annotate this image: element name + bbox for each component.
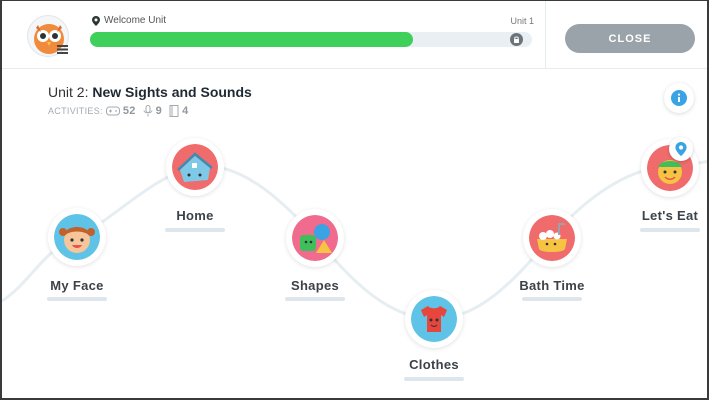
info-icon [671, 90, 687, 106]
lesson-label-bath-time[interactable]: Bath Time [497, 278, 607, 293]
shapes-icon [292, 215, 338, 261]
books-count: 4 [182, 105, 189, 117]
unit-title: Unit 2: New Sights and Sounds [48, 84, 252, 100]
top-bar: Welcome Unit Unit 1 CLOSE [2, 1, 707, 69]
lesson-progress-clothes [404, 377, 464, 381]
activities-summary: ACTIVITIES: 52 9 4 [48, 105, 193, 117]
lesson-node-shapes[interactable] [286, 209, 344, 267]
shirt-icon [411, 296, 457, 342]
lesson-label-my-face[interactable]: My Face [22, 278, 132, 293]
menu-icon[interactable] [57, 45, 68, 54]
girl-face-icon [54, 214, 100, 260]
lesson-node-bath-time[interactable] [523, 209, 581, 267]
current-unit-name: Welcome Unit [104, 15, 167, 26]
progress-fill [90, 32, 413, 47]
info-button[interactable] [664, 83, 694, 113]
audio-count: 9 [155, 105, 163, 117]
house-icon [172, 144, 218, 190]
lesson-progress-my-face [47, 297, 107, 301]
lesson-node-home[interactable] [166, 138, 224, 196]
lesson-label-shapes[interactable]: Shapes [260, 278, 370, 293]
app-frame: Welcome Unit Unit 1 CLOSE Unit 2: New Si… [0, 0, 709, 400]
header-divider [545, 1, 546, 69]
location-pin-icon [675, 142, 687, 156]
bathtub-icon [529, 215, 575, 261]
microphone-icon [143, 105, 153, 117]
unit-name: New Sights and Sounds [92, 84, 252, 100]
book-icon [169, 105, 179, 117]
games-count: 52 [122, 105, 136, 117]
gamepad-icon [105, 106, 120, 116]
current-unit-label: Welcome Unit [92, 15, 166, 26]
lesson-label-lets-eat[interactable]: Let's Eat [615, 208, 707, 223]
lesson-node-my-face[interactable] [48, 208, 106, 266]
lesson-progress-home [165, 228, 225, 232]
lesson-label-clothes[interactable]: Clothes [379, 357, 489, 372]
lesson-progress-lets-eat [640, 228, 700, 232]
lock-icon [510, 33, 523, 46]
unit-number-label: Unit 1 [510, 16, 534, 26]
lesson-label-home[interactable]: Home [140, 208, 250, 223]
lesson-progress-shapes [285, 297, 345, 301]
activities-label: ACTIVITIES: [48, 106, 103, 116]
close-button[interactable]: CLOSE [565, 24, 695, 53]
lesson-node-clothes[interactable] [405, 290, 463, 348]
unit-prefix: Unit 2: [48, 84, 93, 100]
current-lesson-badge [669, 137, 693, 161]
location-pin-icon [92, 15, 100, 26]
lesson-progress-bath-time [522, 297, 582, 301]
